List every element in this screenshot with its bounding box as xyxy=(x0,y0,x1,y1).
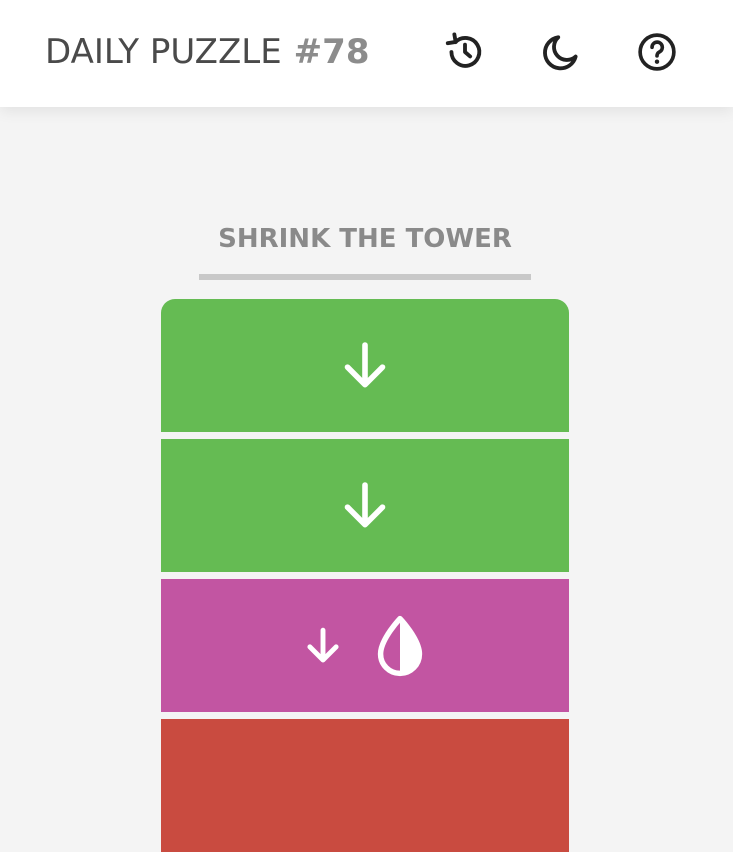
puzzle-number: #78 xyxy=(293,32,370,72)
page-title: DAILY PUZZLE #78 xyxy=(45,30,369,74)
history-button[interactable] xyxy=(441,28,489,76)
tower-block-4[interactable] xyxy=(161,719,569,852)
title-text: DAILY PUZZLE xyxy=(45,32,282,72)
help-icon xyxy=(638,33,676,71)
history-icon xyxy=(445,32,482,68)
arrow-down-icon xyxy=(344,481,386,527)
tower-block-3[interactable] xyxy=(161,579,569,712)
moon-icon xyxy=(543,35,578,71)
instruction-underline xyxy=(199,274,531,280)
instruction-text: SHRINK THE TOWER xyxy=(218,224,512,254)
arrow-down-icon xyxy=(344,341,386,387)
tower-block-2[interactable] xyxy=(161,439,569,572)
help-button[interactable] xyxy=(633,28,681,76)
dark-mode-button[interactable] xyxy=(537,28,585,76)
header-bar: DAILY PUZZLE #78 xyxy=(0,0,733,107)
tower-block-1[interactable] xyxy=(161,299,569,432)
half-drop-icon xyxy=(377,615,423,676)
arrow-down-icon xyxy=(307,627,339,662)
